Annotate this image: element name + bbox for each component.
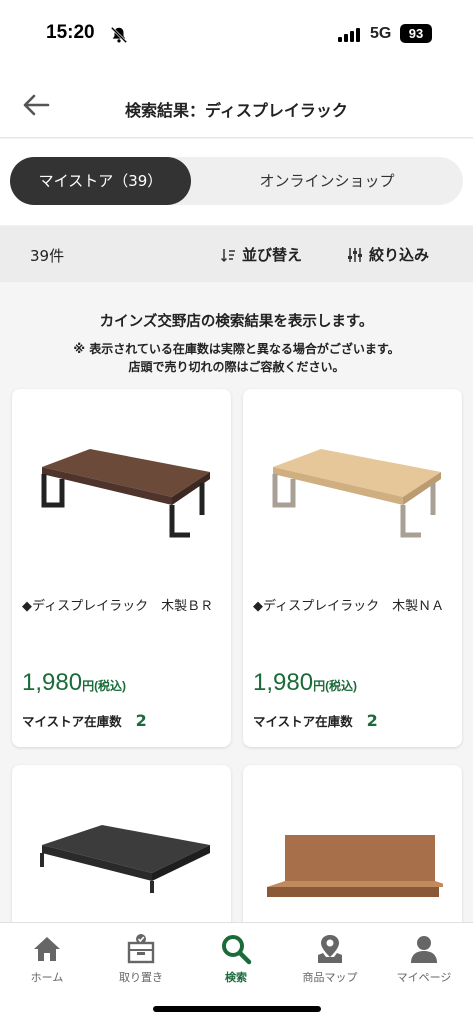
price-unit: 円(税込) <box>82 679 127 693</box>
tab-my-store[interactable]: マイストア（39） <box>10 157 191 205</box>
stock-value: 2 <box>366 711 378 730</box>
product-card[interactable] <box>12 765 231 922</box>
tab-reserve[interactable]: 取り置き <box>94 931 188 995</box>
stock-info: マイストア在庫数 2 <box>22 711 147 730</box>
network-label: 5G <box>370 25 392 42</box>
price-unit: 円(税込) <box>313 679 358 693</box>
sort-button[interactable]: 並び替え <box>220 244 302 265</box>
product-card[interactable] <box>243 765 462 922</box>
search-icon <box>222 935 252 965</box>
product-image-black-rack <box>40 825 210 893</box>
battery-icon: 93 <box>400 24 432 43</box>
sort-icon <box>220 248 235 262</box>
tab-search[interactable]: 検索 <box>189 931 283 995</box>
page-title: 検索結果：ディスプレイラック <box>125 101 348 120</box>
home-icon <box>34 937 60 961</box>
price-value: 1,980 <box>253 669 314 696</box>
price-value: 1,980 <box>22 669 83 696</box>
product-card[interactable]: ◆ディスプレイラック 木製ＮＡ 1,980円(税込) マイストア在庫数 2 <box>243 389 462 747</box>
reserve-icon <box>127 934 155 964</box>
refine-label: 絞り込み <box>369 246 430 264</box>
tab-mypage[interactable]: マイページ <box>377 931 471 995</box>
mute-bell-icon <box>110 26 128 44</box>
tab-home[interactable]: ホーム <box>0 931 94 995</box>
refine-button[interactable]: 絞り込み <box>347 244 429 265</box>
stock-disclaimer-2: 店頭で売り切れの際はご容赦ください。 <box>128 360 345 374</box>
status-time: 15:20 <box>46 22 95 43</box>
tab-online-shop[interactable]: オンラインショップ <box>191 157 463 205</box>
map-icon <box>318 935 342 963</box>
product-image-brown-rack <box>41 449 210 538</box>
sort-label: 並び替え <box>242 246 303 264</box>
filter-bar: 39件 並び替え 絞り込み <box>0 226 473 282</box>
stock-value: 2 <box>135 711 147 730</box>
product-card[interactable]: ◆ディスプレイラック 木製ＢＲ 1,980円(税込) マイストア在庫数 2 <box>12 389 231 747</box>
store-notice: カインズ交野店の検索結果を表示します。 <box>99 314 374 330</box>
result-count: 39件 <box>30 247 65 265</box>
tab-label: 取り置き <box>119 971 163 984</box>
product-price: 1,980円(税込) <box>253 669 357 697</box>
filter-sliders-icon <box>348 247 362 262</box>
store-segment-control: マイストア（39） オンラインショップ <box>10 157 463 205</box>
stock-label: マイストア在庫数 <box>253 714 353 729</box>
segment-area: マイストア（39） オンラインショップ <box>0 139 473 225</box>
tab-label: ホーム <box>30 971 64 984</box>
results-content: カインズ交野店の検索結果を表示します。 ※ 表示されている在庫数は実際と異なる場… <box>0 282 473 922</box>
tab-label: 商品マップ <box>302 971 358 984</box>
stock-disclaimer: ※ 表示されている在庫数は実際と異なる場合がございます。 <box>73 342 400 356</box>
stock-label: マイストア在庫数 <box>22 714 122 729</box>
tab-label: マイページ <box>396 971 452 984</box>
stock-info: マイストア在庫数 2 <box>253 711 378 730</box>
product-image-wood-shelf <box>267 835 443 897</box>
product-name: ◆ディスプレイラック 木製ＢＲ <box>22 599 214 614</box>
nav-header: 検索結果：ディスプレイラック <box>0 70 473 138</box>
tab-label: 検索 <box>225 971 247 984</box>
home-indicator <box>153 1006 321 1012</box>
status-bar: 15:20 5G 93 <box>0 0 473 70</box>
product-image-natural-rack <box>272 449 441 538</box>
user-icon <box>411 936 437 963</box>
signal-icon <box>338 28 360 42</box>
product-name: ◆ディスプレイラック 木製ＮＡ <box>253 599 445 614</box>
product-price: 1,980円(税込) <box>22 669 126 697</box>
tab-product-map[interactable]: 商品マップ <box>283 931 377 995</box>
